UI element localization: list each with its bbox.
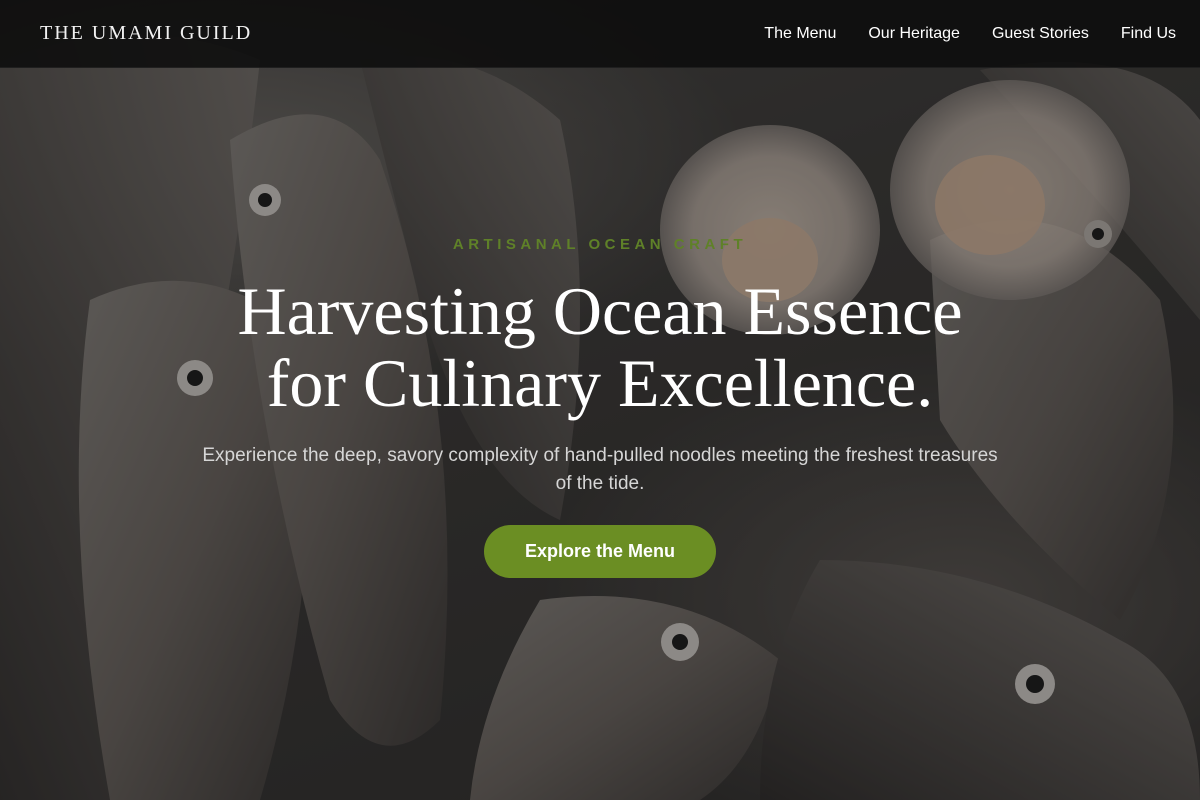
nav-link-find-us[interactable]: Find Us <box>1121 25 1176 43</box>
hero-headline-line-1: Harvesting Ocean Essence <box>237 273 963 349</box>
nav-link-guest-stories[interactable]: Guest Stories <box>992 25 1089 43</box>
site-header: THE UMAMI GUILD The Menu Our Heritage Gu… <box>0 0 1200 68</box>
brand-logo[interactable]: THE UMAMI GUILD <box>40 22 252 45</box>
hero-headline: Harvesting Ocean Essence for Culinary Ex… <box>0 275 1200 419</box>
hero-eyebrow: ARTISANAL OCEAN CRAFT <box>452 236 748 253</box>
explore-menu-button[interactable]: Explore the Menu <box>484 525 716 578</box>
hero-headline-line-2: for Culinary Excellence. <box>266 345 934 421</box>
nav-link-heritage[interactable]: Our Heritage <box>868 25 960 43</box>
nav-link-menu[interactable]: The Menu <box>764 25 836 43</box>
hero-subtext: Experience the deep, savory complexity o… <box>202 445 998 494</box>
hero-section: ARTISANAL OCEAN CRAFT Harvesting Ocean E… <box>0 0 1200 800</box>
main-nav: The Menu Our Heritage Guest Stories Find… <box>764 25 1176 43</box>
